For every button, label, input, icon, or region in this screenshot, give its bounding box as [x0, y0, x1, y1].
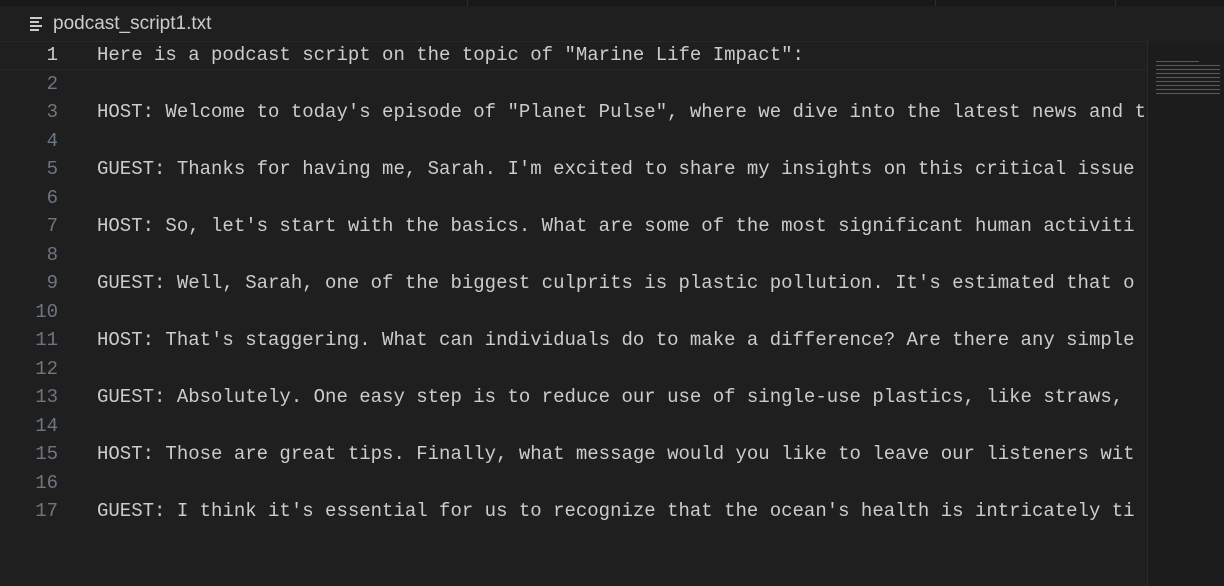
line-text[interactable]: Here is a podcast script on the topic of…	[97, 41, 804, 70]
line-number: 12	[35, 357, 58, 380]
editor-line[interactable]: 8	[0, 241, 1148, 270]
line-number: 7	[46, 215, 58, 237]
minimap-line	[1156, 85, 1220, 86]
line-number: 8	[46, 243, 58, 266]
editor-line[interactable]: 16	[0, 469, 1148, 498]
minimap-line	[1156, 73, 1220, 74]
line-number: 3	[46, 101, 58, 123]
line-number: 14	[35, 414, 58, 437]
line-number: 15	[35, 443, 58, 465]
editor-line[interactable]: 5 GUEST: Thanks for having me, Sarah. I'm…	[0, 155, 1148, 184]
line-number: 2	[46, 72, 58, 95]
editor-line[interactable]: 3 HOST: Welcome to today's episode of "Pl…	[0, 98, 1148, 127]
line-text[interactable]: GUEST: Well, Sarah, one of the biggest c…	[97, 269, 1135, 298]
editor-line[interactable]: 14	[0, 412, 1148, 441]
line-number: 9	[46, 272, 58, 294]
line-number: 17	[35, 500, 58, 522]
line-text[interactable]: HOST: So, let's start with the basics. W…	[97, 212, 1135, 241]
line-text[interactable]: GUEST: I think it's essential for us to …	[97, 497, 1135, 526]
line-number: 13	[35, 386, 58, 408]
minimap-line	[1156, 61, 1199, 62]
line-number: 10	[35, 300, 58, 323]
minimap-line	[1156, 65, 1220, 66]
text-file-lines-icon	[30, 17, 42, 31]
minimap-line	[1156, 69, 1220, 70]
line-number: 11	[35, 329, 58, 351]
minimap-line	[1156, 93, 1220, 94]
editor-line[interactable]: 7 HOST: So, let's start with the basics. …	[0, 212, 1148, 241]
minimap-line	[1156, 81, 1220, 82]
editor-line[interactable]: 1 Here is a podcast script on the topic o…	[0, 41, 1148, 70]
editor-line[interactable]: 13 GUEST: Absolutely. One easy step is to…	[0, 383, 1148, 412]
editor-line[interactable]: 11 HOST: That's staggering. What can indi…	[0, 326, 1148, 355]
line-number: 6	[46, 186, 58, 209]
line-number: 5	[46, 158, 58, 180]
editor-line[interactable]: 12	[0, 355, 1148, 384]
line-text[interactable]: HOST: Those are great tips. Finally, wha…	[97, 440, 1135, 469]
editor-line[interactable]: 2	[0, 70, 1148, 99]
editor-line[interactable]: 15 HOST: Those are great tips. Finally, w…	[0, 440, 1148, 469]
editor-line[interactable]: 6	[0, 184, 1148, 213]
line-text[interactable]: GUEST: Thanks for having me, Sarah. I'm …	[97, 155, 1135, 184]
line-number: 4	[46, 129, 58, 152]
editor-line[interactable]: 17 GUEST: I think it's essential for us t…	[0, 497, 1148, 526]
line-number: 16	[35, 471, 58, 494]
line-text[interactable]: HOST: That's staggering. What can indivi…	[97, 326, 1135, 355]
minimap[interactable]	[1148, 41, 1224, 586]
breadcrumb: podcast_script1.txt	[0, 6, 1224, 42]
line-text[interactable]: HOST: Welcome to today's episode of "Pla…	[97, 98, 1146, 127]
minimap-line	[1156, 77, 1220, 78]
line-number: 1	[46, 44, 58, 66]
minimap-line	[1156, 89, 1220, 90]
line-text[interactable]: GUEST: Absolutely. One easy step is to r…	[97, 383, 1135, 412]
editor-text-area[interactable]: 1 Here is a podcast script on the topic o…	[0, 41, 1148, 586]
editor-line[interactable]: 10	[0, 298, 1148, 327]
editor-line[interactable]: 4	[0, 127, 1148, 156]
breadcrumb-filename[interactable]: podcast_script1.txt	[53, 12, 211, 36]
editor-line[interactable]: 9 GUEST: Well, Sarah, one of the biggest …	[0, 269, 1148, 298]
